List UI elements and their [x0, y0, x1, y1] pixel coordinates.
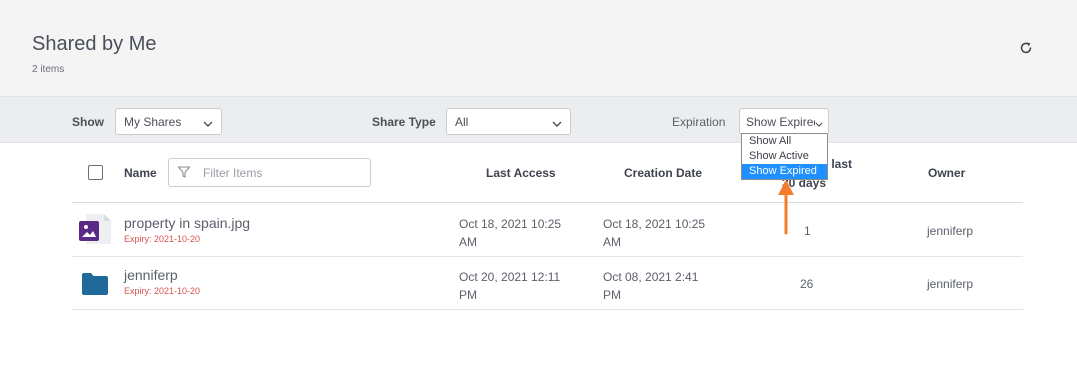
chevron-down-icon [552, 117, 562, 131]
row-created-date: Oct 18, 2021 10:25 [603, 217, 706, 231]
row-created-date: Oct 08, 2021 2:41 [603, 270, 699, 284]
column-creation-date[interactable]: Creation Date [624, 166, 702, 180]
row-expiry: Expiry: 2021-10-20 [124, 234, 201, 244]
share-type-select-value: All [455, 115, 469, 129]
row-access-count: 1 [804, 224, 811, 238]
row-access-count: 26 [800, 277, 814, 291]
share-type-label: Share Type [372, 115, 436, 129]
row-owner: jenniferp [927, 224, 974, 238]
share-type-select[interactable]: All [446, 108, 571, 135]
row-last-access-date: Oct 20, 2021 12:11 [459, 270, 561, 284]
expiration-dropdown: Show All Show Active Show Expired [741, 133, 828, 180]
expiration-select-value: Show Expired [746, 115, 821, 129]
row-last-access-date: Oct 18, 2021 10:25 [459, 217, 562, 231]
filter-bar: Show My Shares Share Type All Expiration… [0, 96, 1077, 143]
filter-items-field[interactable] [168, 158, 371, 187]
arrow-up-icon [776, 178, 796, 241]
chevron-down-icon [203, 117, 213, 131]
item-count: 2 items [32, 64, 65, 75]
refresh-icon[interactable] [1016, 38, 1036, 58]
row-last-access-time: AM [459, 235, 477, 249]
row-name[interactable]: property in spain.jpg [124, 215, 250, 231]
row-created-time: AM [603, 235, 621, 249]
column-last-access[interactable]: Last Access [486, 166, 556, 180]
row-name[interactable]: jenniferp [124, 267, 178, 283]
row-last-access-time: PM [459, 288, 477, 302]
select-all-checkbox[interactable] [88, 165, 103, 180]
column-name[interactable]: Name [124, 166, 157, 180]
option-show-all[interactable]: Show All [742, 134, 827, 149]
option-show-active[interactable]: Show Active [742, 149, 827, 164]
row-expiry: Expiry: 2021-10-20 [124, 286, 201, 296]
option-show-expired[interactable]: Show Expired [742, 164, 827, 179]
folder-icon [81, 272, 109, 301]
expiration-label: Expiration [672, 115, 726, 129]
chevron-down-icon [815, 117, 823, 131]
show-select[interactable]: My Shares [115, 108, 222, 135]
show-select-value: My Shares [124, 115, 182, 129]
row-created-time: PM [603, 288, 621, 302]
show-label: Show [72, 115, 104, 129]
expiration-select[interactable]: Show Expired [739, 108, 829, 135]
column-owner[interactable]: Owner [928, 166, 965, 180]
row-owner: jenniferp [927, 277, 974, 291]
page-header: Shared by Me 2 items [0, 0, 1077, 96]
filter-items-input[interactable] [203, 165, 363, 181]
filter-icon [177, 165, 191, 184]
page-title: Shared by Me [32, 33, 157, 55]
image-file-icon [78, 213, 112, 250]
